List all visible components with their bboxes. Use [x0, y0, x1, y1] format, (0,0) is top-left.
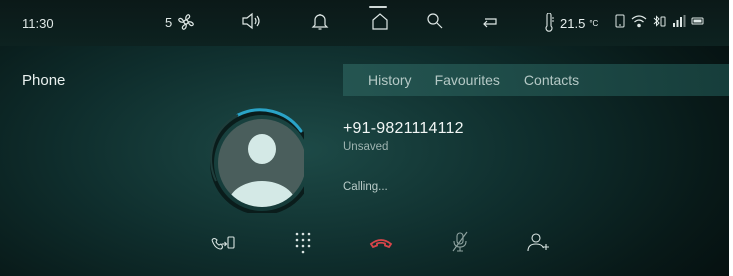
search-icon[interactable]	[424, 10, 446, 32]
volume-icon[interactable]	[240, 10, 262, 32]
return-icon[interactable]	[479, 10, 501, 32]
bluetooth-battery-icon	[653, 15, 666, 27]
tab-favourites[interactable]: Favourites	[435, 72, 500, 88]
fan-speed-value: 5	[165, 14, 173, 30]
temperature-value: 21.5	[560, 15, 586, 31]
call-state: Calling...	[343, 181, 388, 193]
screen-edge	[729, 0, 733, 276]
caller-avatar	[208, 101, 314, 215]
phone-screen: 11:30 5 21.5 °C Phone History Favourites…	[0, 0, 733, 276]
signal-icon	[673, 15, 686, 27]
status-bar: 11:30 5 21.5 °C	[0, 0, 729, 46]
avatar-icon	[210, 108, 314, 215]
home-icon[interactable]	[369, 10, 391, 32]
keypad-icon[interactable]	[290, 230, 316, 254]
add-contact-icon[interactable]	[526, 230, 552, 254]
fan-control[interactable]: 5	[165, 11, 197, 33]
tab-bar: History Favourites Contacts	[343, 64, 729, 96]
transfer-to-phone-icon[interactable]	[210, 230, 236, 254]
caller-number: +91-9821114112	[343, 120, 464, 137]
page-title: Phone	[22, 72, 66, 89]
wifi-icon	[631, 15, 647, 28]
fan-icon	[178, 14, 195, 30]
phone-small-icon	[615, 14, 625, 28]
mute-mic-icon[interactable]	[447, 230, 473, 254]
clock: 11:30	[22, 16, 54, 31]
temperature-readout[interactable]: 21.5 °C	[542, 13, 598, 33]
battery-icon	[691, 17, 704, 25]
tab-history[interactable]: History	[368, 72, 412, 88]
bell-icon[interactable]	[309, 10, 331, 32]
tab-contacts[interactable]: Contacts	[524, 72, 579, 88]
home-indicator	[369, 6, 387, 8]
end-call-icon[interactable]	[368, 230, 394, 254]
temperature-unit: °C	[589, 18, 599, 28]
thermometer-icon	[545, 13, 554, 32]
contact-status: Unsaved	[343, 141, 389, 153]
